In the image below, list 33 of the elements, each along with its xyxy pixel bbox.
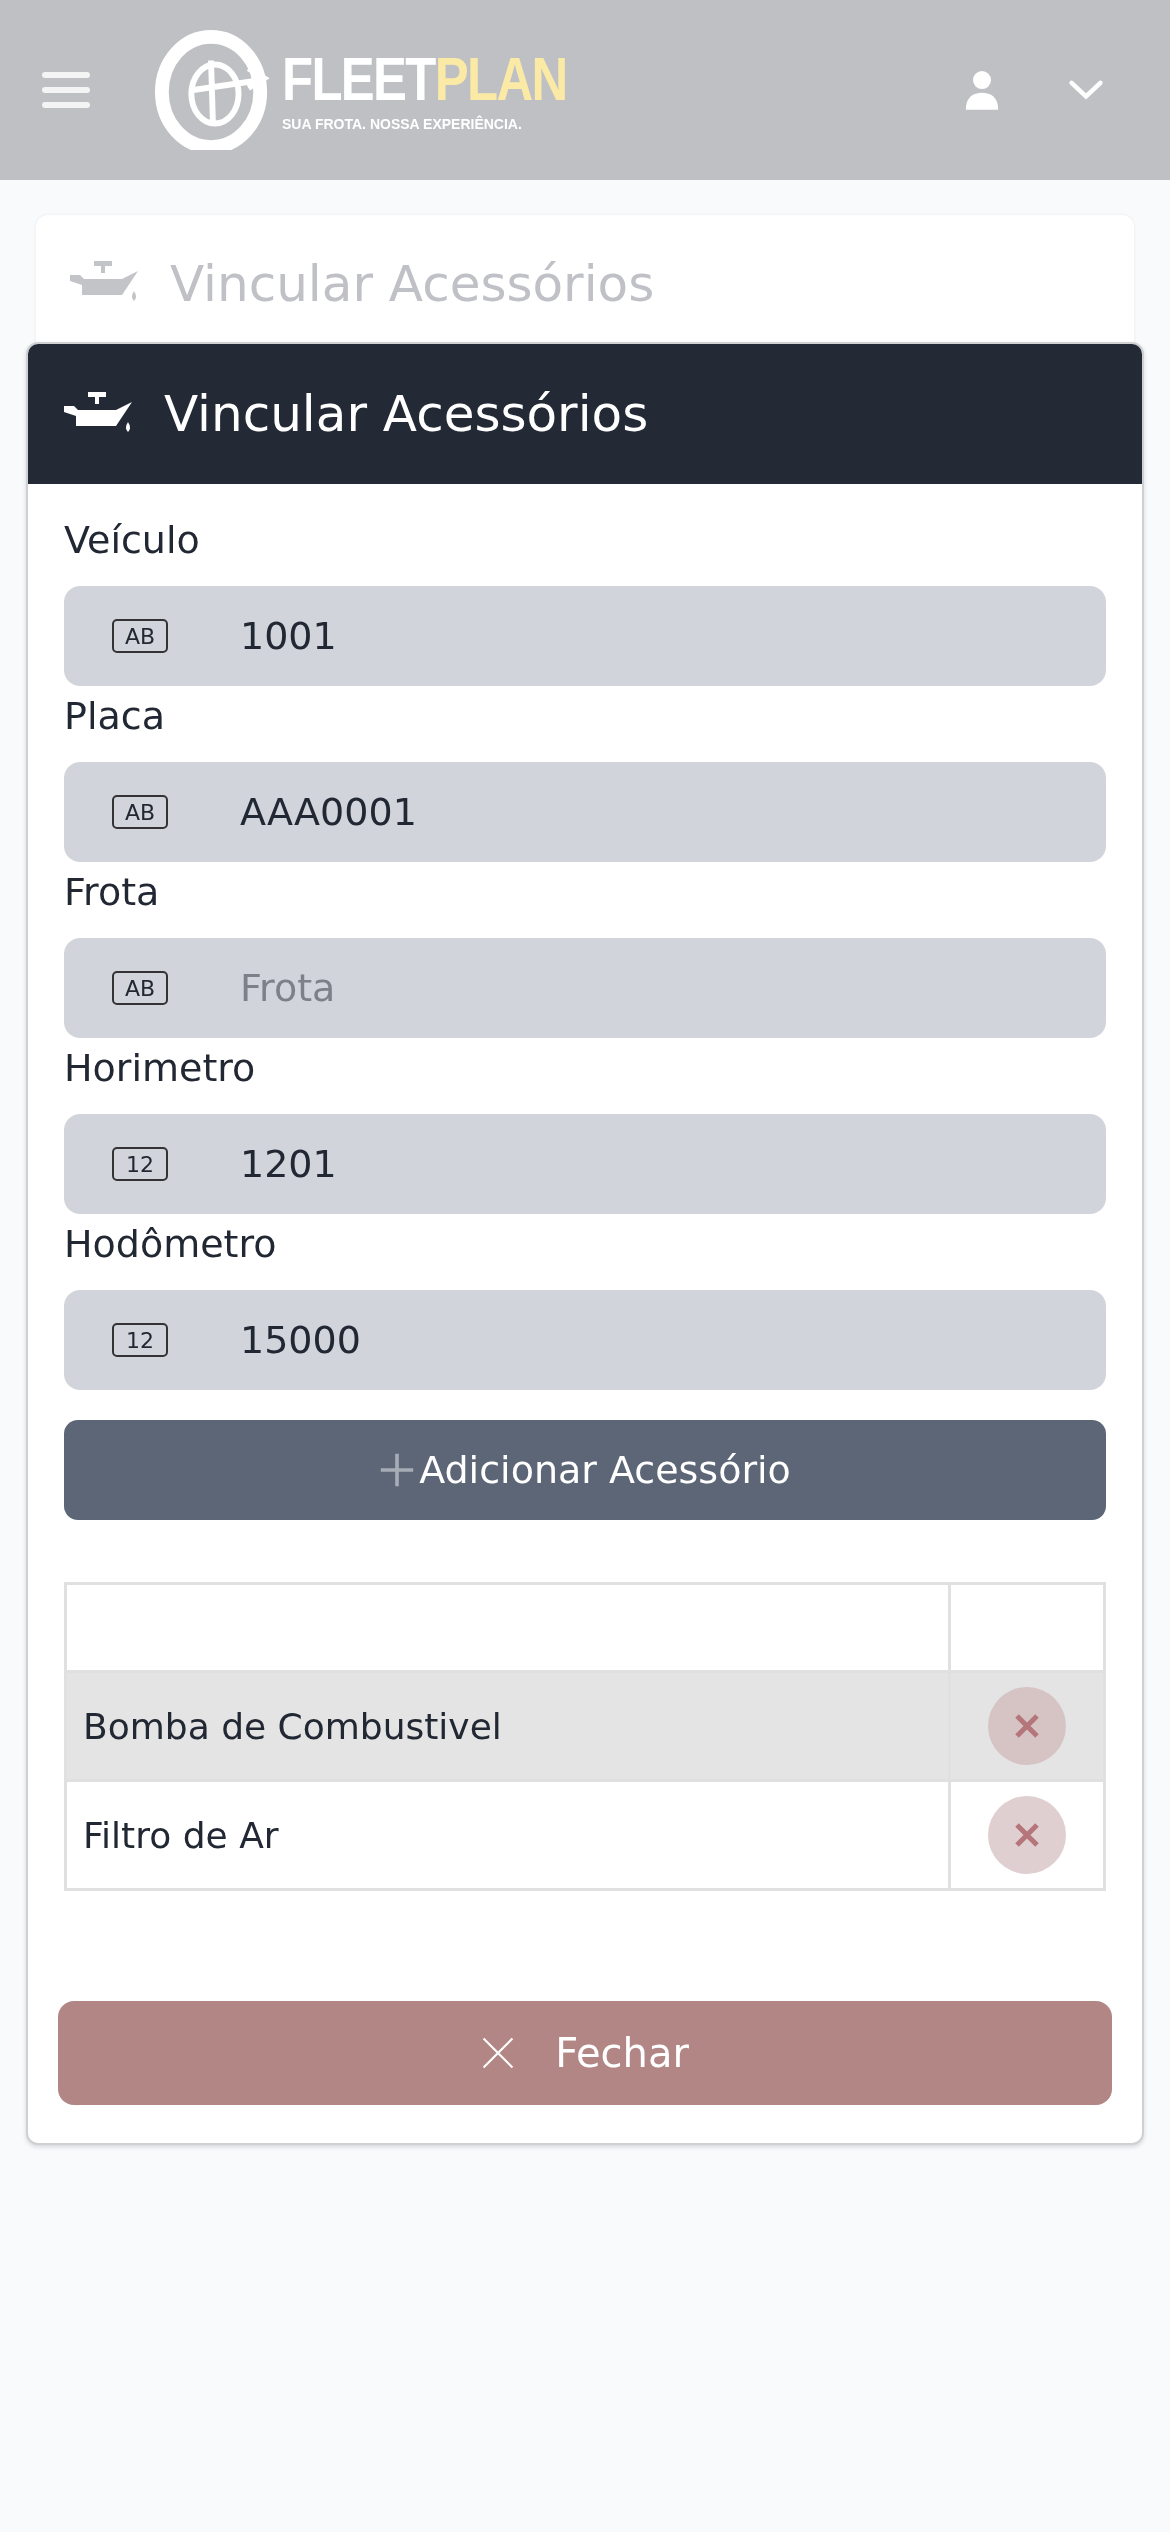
field-type-icon: AB: [112, 619, 168, 653]
text-input[interactable]: Frota: [238, 965, 1106, 1011]
add-accessory-button[interactable]: Adicionar Acessório: [64, 1420, 1106, 1520]
tire-logo-icon: [154, 30, 272, 150]
input-field[interactable]: 12 15000: [64, 1290, 1106, 1390]
field-label: Horimetro: [64, 1045, 257, 1092]
plus-icon: [379, 1452, 416, 1488]
modal-title: Vincular Acessórios: [164, 385, 649, 443]
close-icon: [481, 2036, 516, 2070]
field-label: Veículo: [64, 517, 201, 564]
field-type-icon: AB: [112, 971, 168, 1005]
page-title: Vincular Acessórios: [170, 255, 655, 313]
brand-tagline: SUA FROTA. NOSSA EXPERIÊNCIA.: [282, 116, 523, 132]
text-input[interactable]: 1001: [238, 613, 1106, 659]
accessory-name: Bomba de Combustivel: [83, 1705, 502, 1747]
input-field[interactable]: 12 1201: [64, 1114, 1106, 1214]
field-label: Placa: [64, 693, 166, 740]
chevron-down-icon[interactable]: [1068, 79, 1104, 101]
user-icon[interactable]: [964, 69, 1000, 111]
field-type-icon: 12: [112, 1147, 168, 1181]
text-input[interactable]: AAA0001: [238, 789, 1106, 835]
text-input[interactable]: 1201: [238, 1141, 1106, 1187]
field-type-icon: 12: [112, 1323, 168, 1357]
input-field[interactable]: AB 1001: [64, 586, 1106, 686]
field-label: Hodômetro: [64, 1221, 278, 1268]
input-field[interactable]: AB AAA0001: [64, 762, 1106, 862]
accessory-name: Filtro de Ar: [83, 1814, 279, 1856]
input-field[interactable]: AB Frota: [64, 938, 1106, 1038]
field-label: Frota: [64, 869, 161, 916]
menu-icon[interactable]: [42, 70, 90, 110]
brand-name: FLEETPLAN: [282, 48, 567, 110]
text-input[interactable]: 15000: [238, 1317, 1106, 1363]
field-type-icon: AB: [112, 795, 168, 829]
